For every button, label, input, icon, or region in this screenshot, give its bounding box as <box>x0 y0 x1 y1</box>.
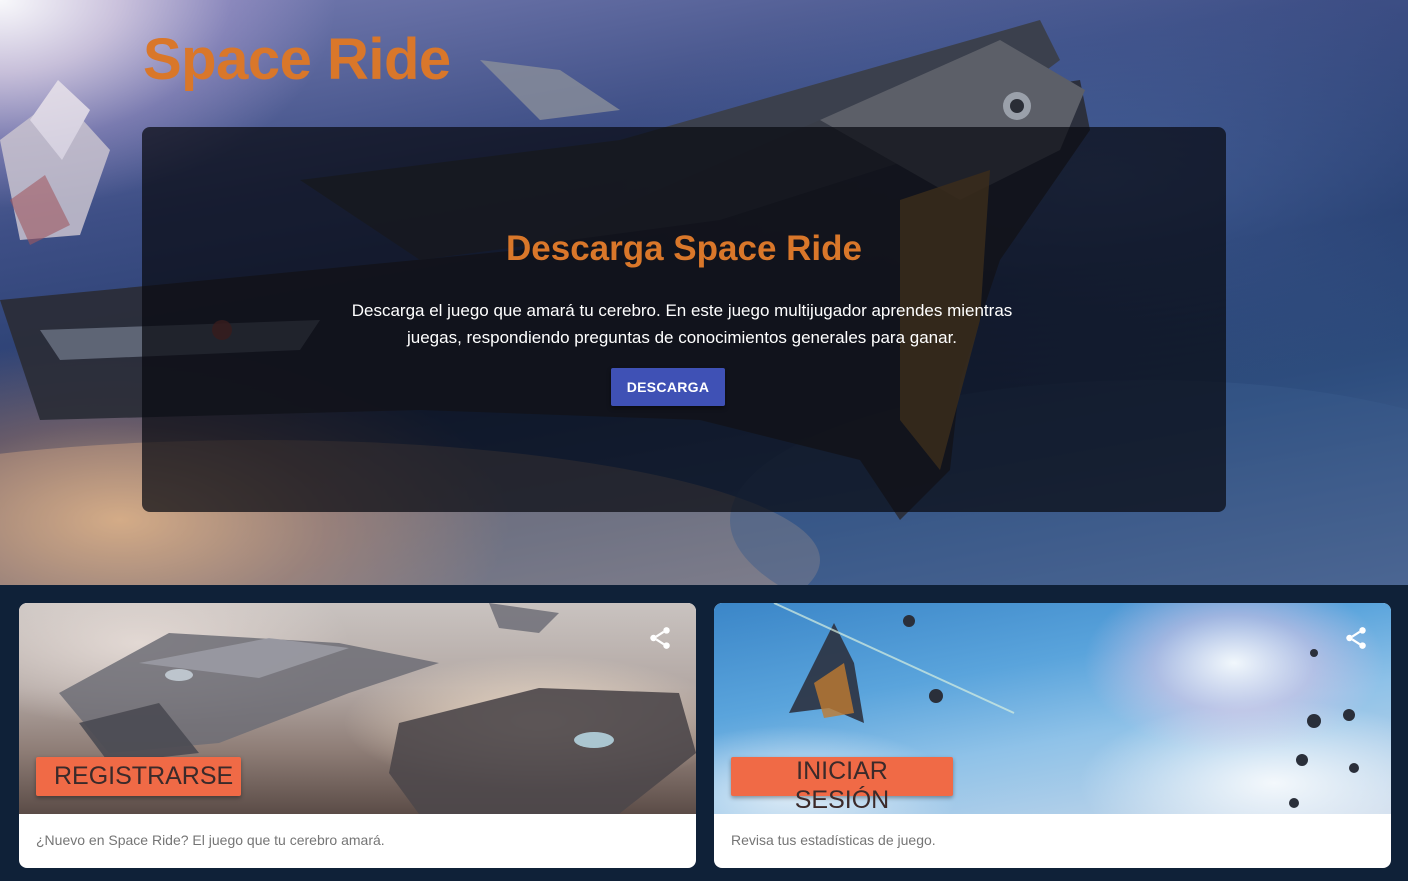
register-share-button[interactable] <box>647 625 673 651</box>
login-card-image: INICIAR SESIÓN <box>714 603 1391 814</box>
hero-description: Descarga el juego que amará tu cerebro. … <box>351 301 1013 347</box>
register-card-image: REGISTRARSE <box>19 603 696 814</box>
register-card-text: ¿Nuevo en Space Ride? El juego que tu ce… <box>36 832 385 848</box>
hero-section: Space Ride Descarga Space Ride Descarga … <box>0 0 1408 585</box>
login-share-button[interactable] <box>1343 625 1369 651</box>
hero-heading: Descarga Space Ride <box>505 229 862 268</box>
register-button[interactable]: REGISTRARSE <box>36 757 241 796</box>
login-card-text: Revisa tus estadísticas de juego. <box>731 832 936 848</box>
brand-title: Space Ride <box>143 27 451 92</box>
hero-panel: Descarga Space Ride Descarga el juego qu… <box>142 127 1226 512</box>
login-button[interactable]: INICIAR SESIÓN <box>731 757 953 814</box>
share-icon <box>650 627 670 649</box>
download-button[interactable]: DESCARGA <box>611 368 725 406</box>
login-card: INICIAR SESIÓN Revisa tus estadísticas d… <box>714 603 1391 868</box>
share-icon <box>1346 627 1366 649</box>
register-card: REGISTRARSE ¿Nuevo en Space Ride? El jue… <box>19 603 696 868</box>
